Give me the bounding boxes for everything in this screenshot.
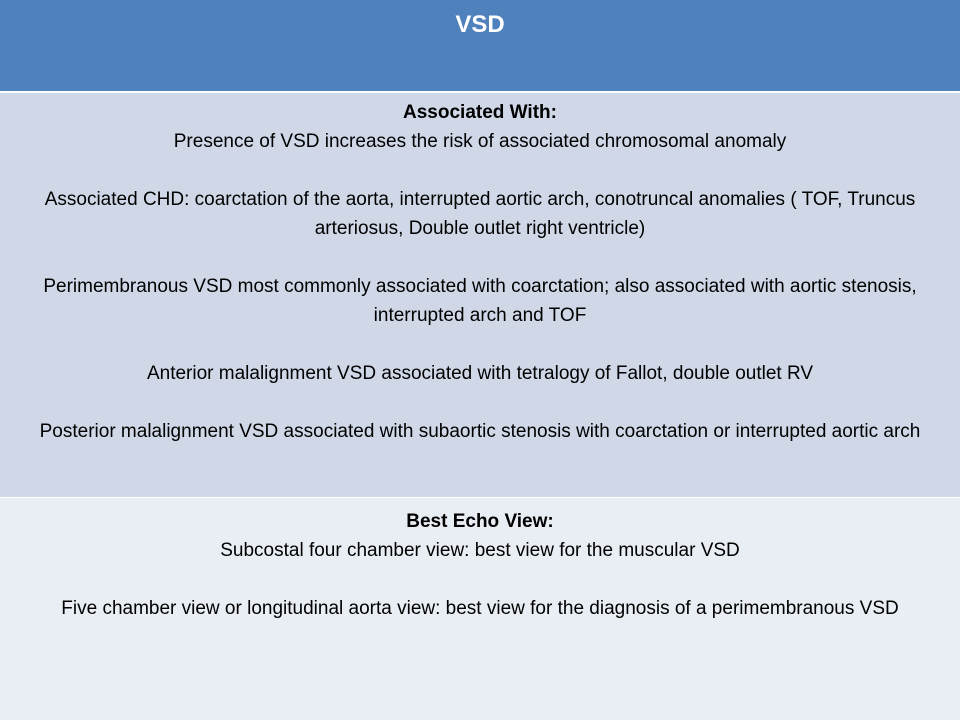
vsd-table: VSD Associated With: Presence of VSD inc… [0, 0, 960, 720]
echo-paragraph-five-chamber: Five chamber view or longitudinal aorta … [61, 598, 899, 619]
best-echo-view-heading: Best Echo View: [406, 511, 554, 532]
best-echo-view-cell: Best Echo View: Subcostal four chamber v… [12, 507, 948, 623]
associated-paragraph-perimembranous: Perimembranous VSD most commonly associa… [43, 276, 917, 326]
associated-with-cell: Associated With: Presence of VSD increas… [12, 98, 948, 446]
associated-paragraph-chromosomal: Presence of VSD increases the risk of as… [173, 131, 787, 152]
table-header-row: VSD [0, 0, 960, 93]
associated-paragraph-posterior: Posterior malalignment VSD associated wi… [39, 421, 921, 442]
associated-with-heading: Associated With: [403, 102, 557, 123]
associated-paragraph-chd: Associated CHD: coarctation of the aorta… [44, 189, 916, 239]
echo-paragraph-subcostal: Subcostal four chamber view: best view f… [220, 540, 740, 561]
associated-with-row: Associated With: Presence of VSD increas… [0, 93, 960, 498]
table-title: VSD [455, 11, 505, 38]
best-echo-view-row: Best Echo View: Subcostal four chamber v… [0, 498, 960, 720]
associated-paragraph-anterior: Anterior malalignment VSD associated wit… [146, 363, 814, 384]
